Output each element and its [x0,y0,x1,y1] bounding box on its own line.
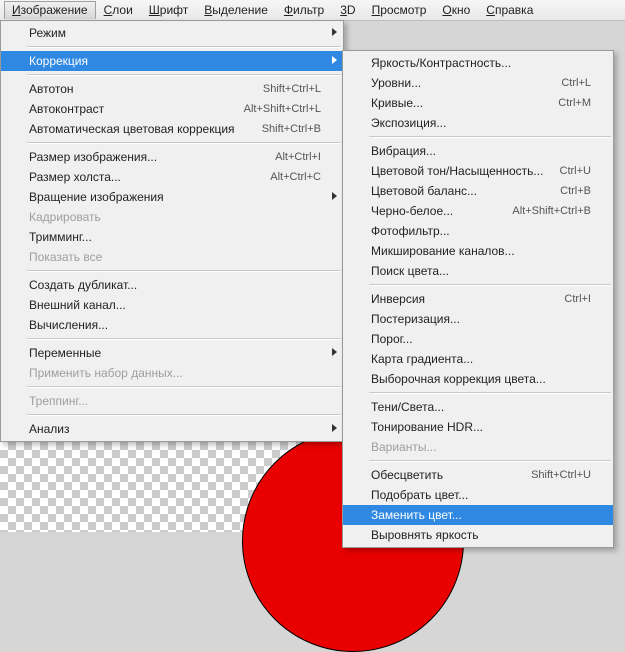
menu-item-trap: Треппинг... [1,391,343,411]
sub-bw[interactable]: Черно-белое...Alt+Shift+Ctrl+B [343,201,613,221]
sub-variations: Варианты... [343,437,613,457]
menu-help[interactable]: Справка [478,1,541,19]
sub-threshold[interactable]: Порог... [343,329,613,349]
separator [369,392,611,394]
menu-item-autotone[interactable]: АвтотонShift+Ctrl+L [1,79,343,99]
menu-item-applyimage[interactable]: Внешний канал... [1,295,343,315]
sub-channelmixer[interactable]: Микширование каналов... [343,241,613,261]
chevron-right-icon [332,192,337,200]
image-menu-dropdown: Режим Коррекция АвтотонShift+Ctrl+L Авто… [0,20,344,442]
separator [27,338,341,340]
separator [27,414,341,416]
menu-image[interactable]: Изображение [4,1,96,19]
menu-type[interactable]: Шрифт [141,1,196,19]
menu-window[interactable]: Окно [434,1,478,19]
menu-item-crop: Кадрировать [1,207,343,227]
chevron-right-icon [332,56,337,64]
chevron-right-icon [332,424,337,432]
chevron-right-icon [332,28,337,36]
sub-equalize[interactable]: Выровнять яркость [343,525,613,545]
menu-filter[interactable]: Фильтр [276,1,332,19]
sub-shadows[interactable]: Тени/Света... [343,397,613,417]
menu-view[interactable]: Просмотр [364,1,435,19]
sub-replacecolor[interactable]: Заменить цвет... [343,505,613,525]
menu-select[interactable]: Выделение [196,1,276,19]
menu-item-canvassize[interactable]: Размер холста...Alt+Ctrl+C [1,167,343,187]
sub-colorlookup[interactable]: Поиск цвета... [343,261,613,281]
separator [27,46,341,48]
menu-item-mode[interactable]: Режим [1,23,343,43]
menu-item-imagesize[interactable]: Размер изображения...Alt+Ctrl+I [1,147,343,167]
separator [27,386,341,388]
sub-photofilter[interactable]: Фотофильтр... [343,221,613,241]
sub-posterize[interactable]: Постеризация... [343,309,613,329]
menu-item-autocontrast[interactable]: АвтоконтрастAlt+Shift+Ctrl+L [1,99,343,119]
separator [369,136,611,138]
sub-invert[interactable]: ИнверсияCtrl+I [343,289,613,309]
menu-item-trim[interactable]: Тримминг... [1,227,343,247]
menu-item-variables[interactable]: Переменные [1,343,343,363]
menu-item-revealall: Показать все [1,247,343,267]
sub-desaturate[interactable]: ОбесцветитьShift+Ctrl+U [343,465,613,485]
chevron-right-icon [332,348,337,356]
menu-layers[interactable]: Слои [96,1,141,19]
sub-vibrance[interactable]: Вибрация... [343,141,613,161]
sub-gradientmap[interactable]: Карта градиента... [343,349,613,369]
sub-hdr[interactable]: Тонирование HDR... [343,417,613,437]
sub-levels[interactable]: Уровни...Ctrl+L [343,73,613,93]
sub-selectivecolor[interactable]: Выборочная коррекция цвета... [343,369,613,389]
sub-brightness[interactable]: Яркость/Контрастность... [343,53,613,73]
separator [369,284,611,286]
sub-exposure[interactable]: Экспозиция... [343,113,613,133]
menu-item-applydataset: Применить набор данных... [1,363,343,383]
menubar: Изображение Слои Шрифт Выделение Фильтр … [0,0,625,21]
menu-item-analysis[interactable]: Анализ [1,419,343,439]
menu-item-adjustments[interactable]: Коррекция [1,51,343,71]
sub-curves[interactable]: Кривые...Ctrl+M [343,93,613,113]
separator [27,270,341,272]
adjustments-submenu: Яркость/Контрастность... Уровни...Ctrl+L… [342,50,614,548]
menu-item-calculations[interactable]: Вычисления... [1,315,343,335]
sub-hue[interactable]: Цветовой тон/Насыщенность...Ctrl+U [343,161,613,181]
sub-matchcolor[interactable]: Подобрать цвет... [343,485,613,505]
separator [27,142,341,144]
separator [27,74,341,76]
menu-item-rotate[interactable]: Вращение изображения [1,187,343,207]
menu-item-duplicate[interactable]: Создать дубликат... [1,275,343,295]
separator [369,460,611,462]
menu-3d[interactable]: 3D [332,1,363,19]
sub-balance[interactable]: Цветовой баланс...Ctrl+B [343,181,613,201]
menu-item-autocolor[interactable]: Автоматическая цветовая коррекцияShift+C… [1,119,343,139]
